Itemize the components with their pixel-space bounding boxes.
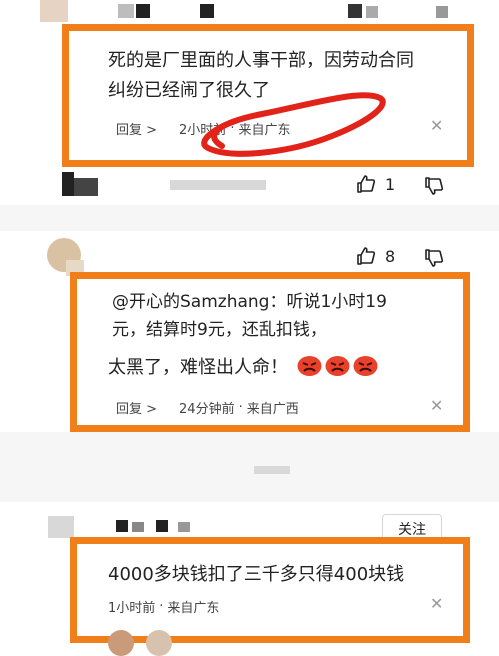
comment-location: 来自广西	[246, 402, 299, 417]
like-count: 1	[385, 174, 396, 194]
comment-main-text: 太黑了，难怪出人命！	[108, 357, 288, 378]
thumbs-up-icon	[357, 247, 376, 265]
thumbs-down-icon	[425, 249, 444, 267]
separator: ·	[159, 599, 164, 614]
pixelated-username	[118, 4, 134, 18]
comment-location: 来自广东	[167, 601, 220, 616]
like-count: 8	[385, 246, 396, 266]
pixelated-username	[116, 520, 128, 532]
angry-face-emoji	[353, 356, 378, 376]
blurred-avatar	[40, 0, 68, 22]
pixelated-username	[200, 4, 214, 18]
angry-face-emoji	[325, 356, 350, 376]
comment-meta: 回复 > 24分钟前 · 来自广西	[116, 398, 299, 417]
avatar	[108, 630, 134, 656]
reply-button[interactable]: 回复 >	[116, 398, 157, 417]
pixelated-username	[132, 522, 144, 532]
close-icon[interactable]: ✕	[430, 594, 443, 613]
comment-text-line: 死的是厂里面的人事干部，因劳动合同	[108, 50, 414, 71]
close-icon[interactable]: ✕	[430, 396, 443, 415]
pixelated-username	[136, 4, 150, 18]
quoted-reply-line: 元，结算时9元，还乱扣钱，	[112, 320, 327, 340]
reply-button[interactable]: 回复 >	[116, 119, 157, 138]
avatar	[146, 630, 172, 656]
pixelated-username	[366, 6, 378, 18]
pixelated-username	[348, 4, 362, 18]
comment-text-line: 4000多块钱扣了三千多只得400块钱	[108, 564, 405, 585]
close-icon[interactable]: ✕	[430, 116, 443, 135]
dislike-button[interactable]	[424, 176, 444, 196]
angry-face-emoji	[297, 356, 322, 376]
thumbs-down-icon	[425, 177, 444, 195]
comment-time: 1小时前	[108, 601, 156, 616]
blurred-avatar	[48, 516, 74, 538]
pixelated-username	[62, 172, 74, 196]
quoted-reply-line: @开心的Samzhang：听说1小时19	[112, 292, 387, 312]
pixelated-username	[156, 520, 168, 532]
pixelated-username	[74, 178, 98, 196]
comment-time: 24分钟前	[179, 402, 235, 417]
pixelated-username	[254, 466, 290, 474]
pixelated-username	[436, 6, 448, 18]
comment-highlight-box	[70, 537, 470, 643]
background-band	[0, 432, 499, 502]
thumbs-up-icon	[357, 175, 376, 193]
background-band	[0, 205, 499, 231]
pixelated-username	[178, 522, 190, 532]
comment-meta: 1小时前 · 来自广东	[108, 597, 219, 616]
pixelated-username	[170, 180, 266, 190]
annotation-circle	[201, 92, 386, 157]
comment-text-line: 太黑了，难怪出人命！	[108, 353, 378, 383]
dislike-button[interactable]	[424, 248, 444, 268]
separator: ·	[238, 400, 243, 415]
like-button[interactable]: 8	[356, 246, 395, 266]
like-button[interactable]: 1	[356, 174, 395, 194]
